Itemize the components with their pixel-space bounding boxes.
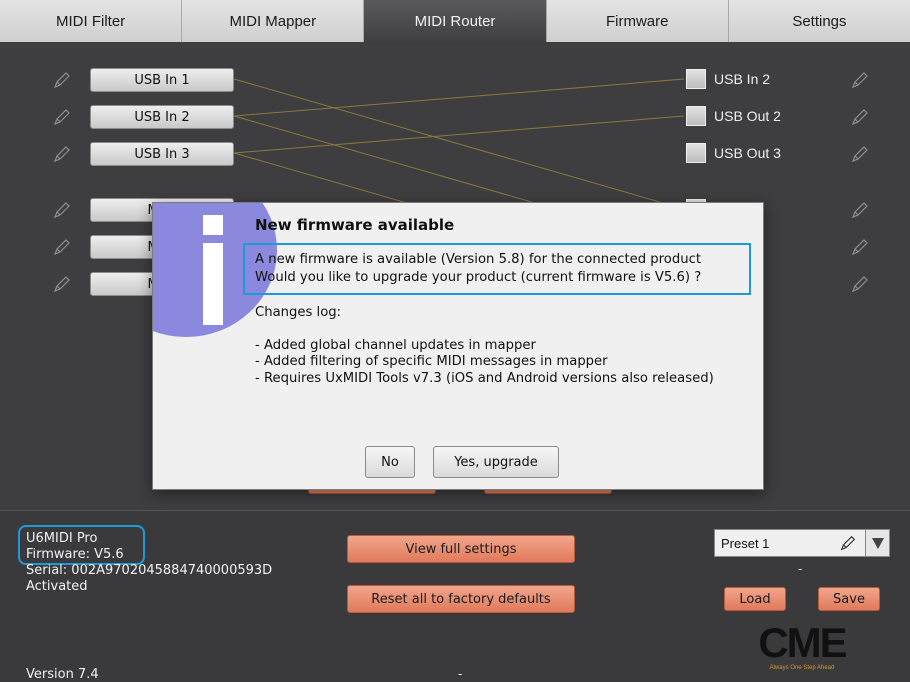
input-usb-in-1-button[interactable]: USB In 1 — [90, 68, 234, 92]
preset-selector[interactable]: Preset 1 — [714, 529, 890, 557]
change-item: - Requires UxMIDI Tools v7.3 (iOS and An… — [255, 370, 714, 386]
tab-midi-filter[interactable]: MIDI Filter — [0, 0, 183, 42]
pencil-icon[interactable] — [850, 107, 870, 127]
dialog-message: A new firmware is available (Version 5.8… — [255, 251, 701, 287]
svg-text:CME: CME — [758, 619, 846, 666]
save-button[interactable]: Save — [818, 587, 880, 611]
pencil-icon[interactable] — [850, 70, 870, 90]
wire — [233, 115, 685, 154]
dialog-title: New firmware available — [255, 216, 455, 234]
load-button[interactable]: Load — [724, 587, 786, 611]
pencil-icon[interactable] — [839, 534, 857, 552]
pencil-icon[interactable] — [52, 144, 72, 164]
output-checkbox[interactable] — [686, 69, 706, 89]
wire — [233, 78, 685, 210]
pencil-icon[interactable] — [52, 200, 72, 220]
tab-settings[interactable]: Settings — [728, 0, 910, 42]
view-full-settings-button[interactable]: View full settings — [347, 535, 575, 563]
tab-firmware[interactable]: Firmware — [546, 0, 729, 42]
change-item: - Added filtering of specific MIDI messa… — [255, 354, 608, 369]
pencil-icon[interactable] — [52, 237, 72, 257]
preset-dropdown-button[interactable] — [866, 529, 890, 557]
pencil-icon[interactable] — [850, 274, 870, 294]
output-label: USB In 2 — [714, 71, 771, 87]
output-usb-in-2[interactable]: USB In 2 — [686, 69, 770, 89]
pencil-icon[interactable] — [52, 274, 72, 294]
tab-midi-mapper[interactable]: MIDI Mapper — [182, 0, 365, 42]
info-icon-bar — [203, 243, 223, 325]
changes-header: Changes log: — [255, 305, 342, 320]
device-firmware: Firmware: V5.6 — [26, 547, 124, 562]
pencil-icon[interactable] — [850, 200, 870, 220]
preset-field[interactable]: Preset 1 — [714, 529, 866, 557]
output-label: USB Out 2 — [714, 108, 781, 124]
pencil-icon[interactable] — [52, 107, 72, 127]
output-checkbox[interactable] — [686, 106, 706, 126]
no-button[interactable]: No — [365, 446, 415, 478]
info-icon-dot — [203, 215, 223, 235]
wire — [233, 78, 685, 117]
yes-upgrade-button[interactable]: Yes, upgrade — [433, 446, 559, 478]
message-line: Would you like to upgrade your product (… — [255, 270, 702, 285]
preset-dash: - — [798, 561, 803, 576]
firmware-update-dialog: New firmware available A new firmware is… — [152, 202, 764, 490]
device-status: Activated — [26, 579, 88, 594]
change-item: - Added global channel updates in mapper — [255, 337, 536, 353]
triangle-down-icon — [871, 538, 884, 549]
output-usb-out-2[interactable]: USB Out 2 — [686, 106, 781, 126]
pencil-icon[interactable] — [850, 237, 870, 257]
pencil-icon[interactable] — [52, 70, 72, 90]
cme-logo: CME Always One Step Ahead — [758, 619, 848, 671]
changes-log: Changes log: - Added global channel upda… — [255, 305, 745, 387]
input-usb-in-3-button[interactable]: USB In 3 — [90, 142, 234, 166]
footer-dash: - — [458, 666, 463, 681]
reset-factory-defaults-button[interactable]: Reset all to factory defaults — [347, 585, 575, 613]
output-checkbox[interactable] — [686, 143, 706, 163]
preset-value: Preset 1 — [721, 535, 770, 551]
device-serial: Serial: 002A9702045884740000593D — [26, 563, 273, 578]
output-usb-out-3[interactable]: USB Out 3 — [686, 143, 781, 163]
device-info-panel: U6MIDI Pro Firmware: V5.6 Serial: 002A97… — [0, 510, 910, 682]
message-line: A new firmware is available (Version 5.8… — [255, 252, 702, 267]
input-usb-in-2-button[interactable]: USB In 2 — [90, 105, 234, 129]
svg-text:Always One Step Ahead: Always One Step Ahead — [770, 665, 835, 671]
tab-bar: MIDI Filter MIDI Mapper MIDI Router Firm… — [0, 0, 910, 42]
output-label: USB Out 3 — [714, 145, 781, 161]
app-version: Version 7.4 — [26, 667, 99, 682]
device-name: U6MIDI Pro — [26, 531, 98, 546]
pencil-icon[interactable] — [850, 144, 870, 164]
tab-midi-router[interactable]: MIDI Router — [364, 0, 547, 42]
